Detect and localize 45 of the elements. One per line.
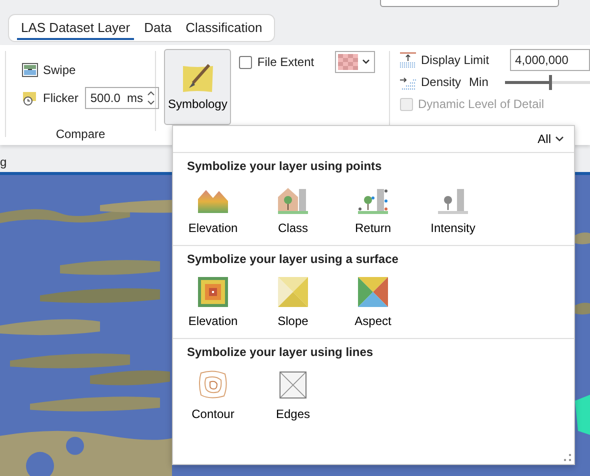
section-title: Symbolize your layer using points [187, 159, 383, 173]
flicker-field[interactable]: 500.0 ms [85, 87, 160, 109]
resize-grip-icon[interactable] [564, 454, 571, 461]
spinner-arrows-icon[interactable] [147, 89, 156, 107]
display-limit-label: Display Limit [421, 53, 490, 67]
display-limit-icon [400, 52, 416, 68]
file-extent-checkbox[interactable] [239, 56, 252, 68]
contour-icon [197, 369, 229, 401]
gallery-item[interactable]: Edges [253, 369, 333, 421]
map-tab[interactable]: g [0, 155, 7, 169]
gallery-item[interactable]: Contour [173, 369, 253, 421]
paintbrush-icon [180, 63, 215, 93]
slider-thumb[interactable] [549, 74, 552, 90]
elevation-surface-icon [197, 276, 229, 308]
gallery-item[interactable]: Aspect [333, 276, 413, 328]
swipe-label[interactable]: Swipe [43, 63, 76, 77]
aspect-icon [357, 276, 389, 308]
display-limit-field[interactable]: 4,000,000 [510, 49, 590, 71]
gallery-item[interactable]: Class [253, 183, 333, 235]
ribbon-tab[interactable]: LAS Dataset Layer [17, 16, 134, 40]
section-title: Symbolize your layer using lines [187, 345, 374, 359]
gallery-item[interactable]: Elevation [173, 276, 253, 328]
flicker-label[interactable]: Flicker [43, 91, 78, 105]
slope-icon [277, 276, 309, 308]
checker-swatch-icon [338, 54, 358, 70]
color-dropdown[interactable] [335, 51, 376, 73]
ribbon-tab[interactable]: Data [140, 16, 176, 40]
lod-label: Dynamic Level of Detail [418, 97, 544, 111]
density-min-label: Min [469, 75, 488, 89]
file-extent-label: File Extent [257, 55, 314, 69]
symbology-button[interactable]: Symbology [164, 49, 232, 125]
flicker-icon [22, 90, 38, 106]
ribbon-tab[interactable]: Classification [182, 16, 266, 40]
gallery-item[interactable]: Slope [253, 276, 333, 328]
swipe-icon [22, 62, 38, 78]
chevron-down-icon [555, 136, 564, 142]
group-label: Compare [54, 127, 106, 141]
section-title: Symbolize your layer using a surface [187, 252, 400, 266]
chevron-down-icon [362, 59, 370, 65]
gallery-item[interactable]: Intensity [413, 183, 493, 235]
gallery-item[interactable]: Return [333, 183, 413, 235]
edges-icon [277, 369, 309, 401]
density-label: Density [421, 75, 462, 89]
filter-dropdown[interactable]: All [538, 132, 564, 146]
gallery-item[interactable]: Elevation [173, 183, 253, 235]
